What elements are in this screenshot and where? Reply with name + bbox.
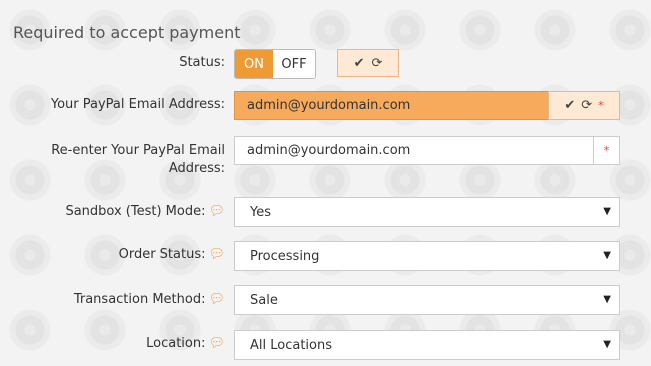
sandbox-label: Sandbox (Test) Mode: 💬︎ (65, 203, 225, 221)
location-label: Location: 💬︎ (146, 335, 225, 353)
email-confirm-field[interactable]: admin@yourdomain.com (234, 136, 594, 165)
dropdown-caret-icon: ▼ (603, 294, 611, 305)
sandbox-label-text: Sandbox (Test) Mode: (65, 204, 206, 219)
status-validation-box[interactable]: ✔ ⟳ (337, 49, 399, 77)
transaction-label-text: Transaction Method: (73, 292, 206, 307)
transaction-select[interactable]: Sale ▼ (234, 285, 620, 315)
status-label: Status: (179, 55, 225, 70)
location-select[interactable]: All Locations ▼ (234, 330, 620, 360)
status-off-option[interactable]: OFF (273, 50, 315, 78)
dropdown-caret-icon: ▼ (603, 250, 611, 261)
order-status-value: Processing (250, 248, 320, 264)
sandbox-value: Yes (250, 204, 271, 220)
check-icon: ✔ (564, 98, 576, 113)
order-status-select[interactable]: Processing ▼ (234, 241, 620, 271)
status-toggle[interactable]: ON OFF (234, 49, 316, 79)
order-status-label: Order Status: 💬︎ (119, 246, 225, 264)
transaction-label: Transaction Method: 💬︎ (74, 291, 225, 309)
help-icon[interactable]: 💬︎ (208, 247, 225, 262)
help-icon[interactable]: 💬︎ (208, 292, 225, 307)
transaction-value: Sale (250, 292, 278, 308)
status-on-option[interactable]: ON (235, 50, 273, 78)
required-marker: * (603, 144, 610, 157)
dropdown-caret-icon: ▼ (603, 339, 611, 350)
help-icon[interactable]: 💬︎ (208, 204, 225, 219)
sandbox-select[interactable]: Yes ▼ (234, 197, 620, 227)
location-label-text: Location: (146, 336, 206, 351)
email-confirm-label: Re-enter Your PayPal Email Address: (51, 143, 225, 176)
required-marker: * (598, 99, 604, 112)
email-validation-addon[interactable]: ✔ ⟳ * (548, 91, 620, 120)
email-field[interactable]: admin@yourdomain.com (234, 91, 549, 120)
section-title: Required to accept payment (13, 23, 241, 42)
check-icon: ✔ (353, 55, 365, 71)
location-value: All Locations (250, 337, 333, 353)
help-icon[interactable]: 💬︎ (208, 336, 225, 351)
refresh-icon: ⟳ (371, 55, 383, 71)
email-label: Your PayPal Email Address: (50, 97, 225, 112)
refresh-icon: ⟳ (581, 98, 593, 113)
email-confirm-required-addon: * (593, 136, 620, 165)
order-status-label-text: Order Status: (118, 247, 206, 262)
dropdown-caret-icon: ▼ (603, 206, 611, 217)
